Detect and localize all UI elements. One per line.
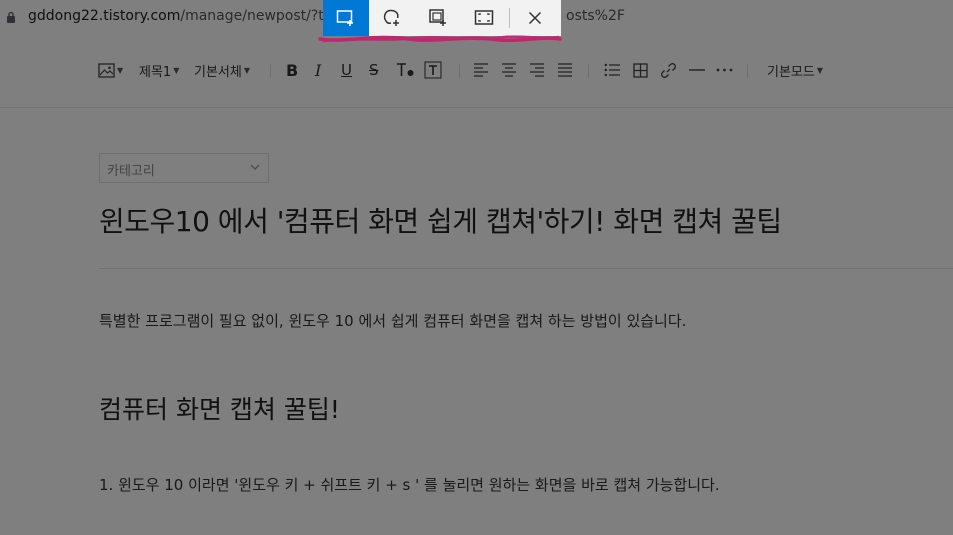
fullscreen-snip-icon [474,10,494,25]
highlight-scribble [318,35,562,43]
snip-dim-overlay[interactable] [0,0,953,535]
rectangular-snip-icon [336,10,353,26]
close-icon [528,11,542,25]
window-snip-icon [429,9,446,26]
freeform-snip-icon [383,9,399,26]
snip-toolbar-divider [509,8,510,28]
